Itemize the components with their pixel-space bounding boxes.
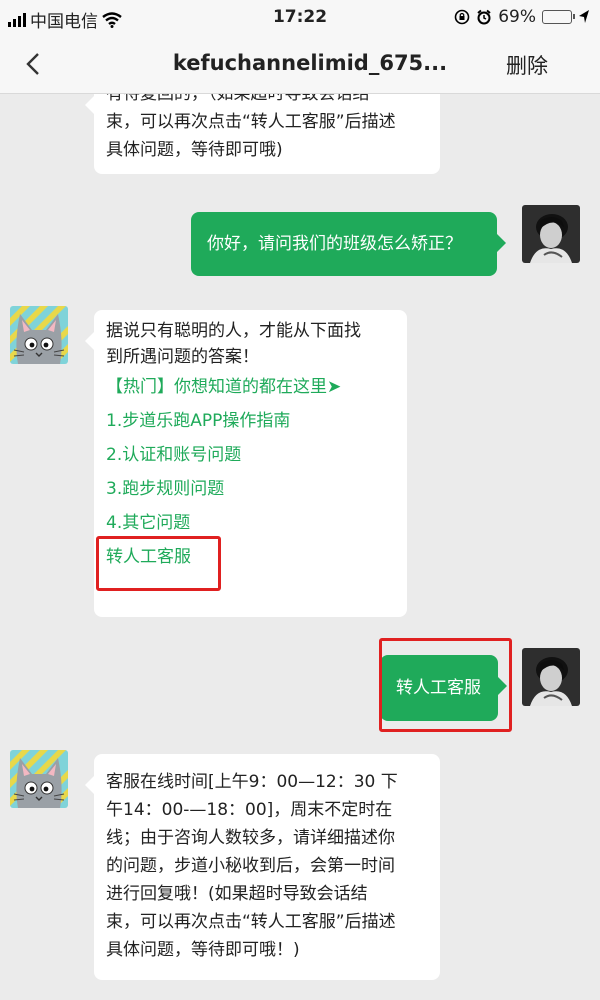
- message-line: 有待复回的，（如果超时导致会话结: [106, 94, 370, 104]
- nav-bar: kefuchannelimid_675... 删除: [0, 36, 600, 94]
- user-avatar[interactable]: [522, 648, 580, 706]
- cat-avatar[interactable]: [10, 750, 68, 808]
- user-message-question: 你好，请问我们的班级怎么矫正？: [191, 212, 506, 276]
- alarm-icon: [477, 9, 491, 25]
- hot-topics-label: 【热门】你想知道的都在这里➤: [106, 377, 342, 397]
- location-icon: [579, 10, 589, 23]
- highlight-box-transfer-message: [379, 638, 512, 732]
- message-line: 到所遇问题的答案！: [106, 347, 259, 367]
- message-line: 束，可以再次点击“转人工客服”后描述: [106, 912, 396, 932]
- faq-link-running-rules[interactable]: 3.跑步规则问题: [106, 472, 395, 506]
- delete-button[interactable]: 删除: [506, 50, 548, 80]
- message-line: 的问题，步道小秘收到后，会第一时间: [106, 856, 395, 876]
- message-text: 你好，请问我们的班级怎么矫正？: [207, 234, 462, 254]
- cat-avatar[interactable]: [10, 306, 68, 364]
- faq-link-account[interactable]: 2.认证和账号问题: [106, 438, 395, 472]
- message-line: 束，可以再次点击“转人工客服”后描述: [106, 112, 396, 132]
- user-avatar[interactable]: [522, 205, 580, 263]
- message-line: 午14：00-—18：00]，周末不定时在: [106, 800, 393, 820]
- faq-link-other[interactable]: 4.其它问题: [106, 506, 395, 540]
- message-line: 客服在线时间[上午9：00—12：30 下: [106, 772, 398, 792]
- chat-title: kefuchannelimid_675...: [172, 51, 448, 75]
- battery-icon: [542, 10, 575, 24]
- chat-area[interactable]: 有待复回的，（如果超时导致会话结 束，可以再次点击“转人工客服”后描述 具体问题…: [0, 94, 600, 1000]
- agent-message-hours: 客服在线时间[上午9：00—12：30 下 午14：00-—18：00]，周末不…: [85, 754, 440, 980]
- message-line: 具体问题，等待即可哦！): [106, 940, 300, 960]
- faq-link-app-guide[interactable]: 1.步道乐跑APP操作指南: [106, 404, 395, 438]
- status-bar: 中国电信 17:22 69%: [0, 0, 600, 36]
- message-line: 具体问题，等待即可哦): [106, 140, 283, 160]
- message-line: 线；由于咨询人数较多，请详细描述你: [106, 828, 395, 848]
- status-indicators: 69%: [454, 7, 590, 27]
- lock-rotation-icon: [454, 9, 470, 25]
- highlight-box-transfer-link: [96, 536, 221, 591]
- message-line: 进行回复哦！(如果超时导致会话结: [106, 884, 368, 904]
- back-icon[interactable]: [22, 52, 46, 76]
- message-line: 据说只有聪明的人，才能从下面找: [106, 321, 361, 341]
- battery-percent: 69%: [498, 7, 536, 27]
- agent-message-1: 有待复回的，（如果超时导致会话结 束，可以再次点击“转人工客服”后描述 具体问题…: [85, 94, 440, 174]
